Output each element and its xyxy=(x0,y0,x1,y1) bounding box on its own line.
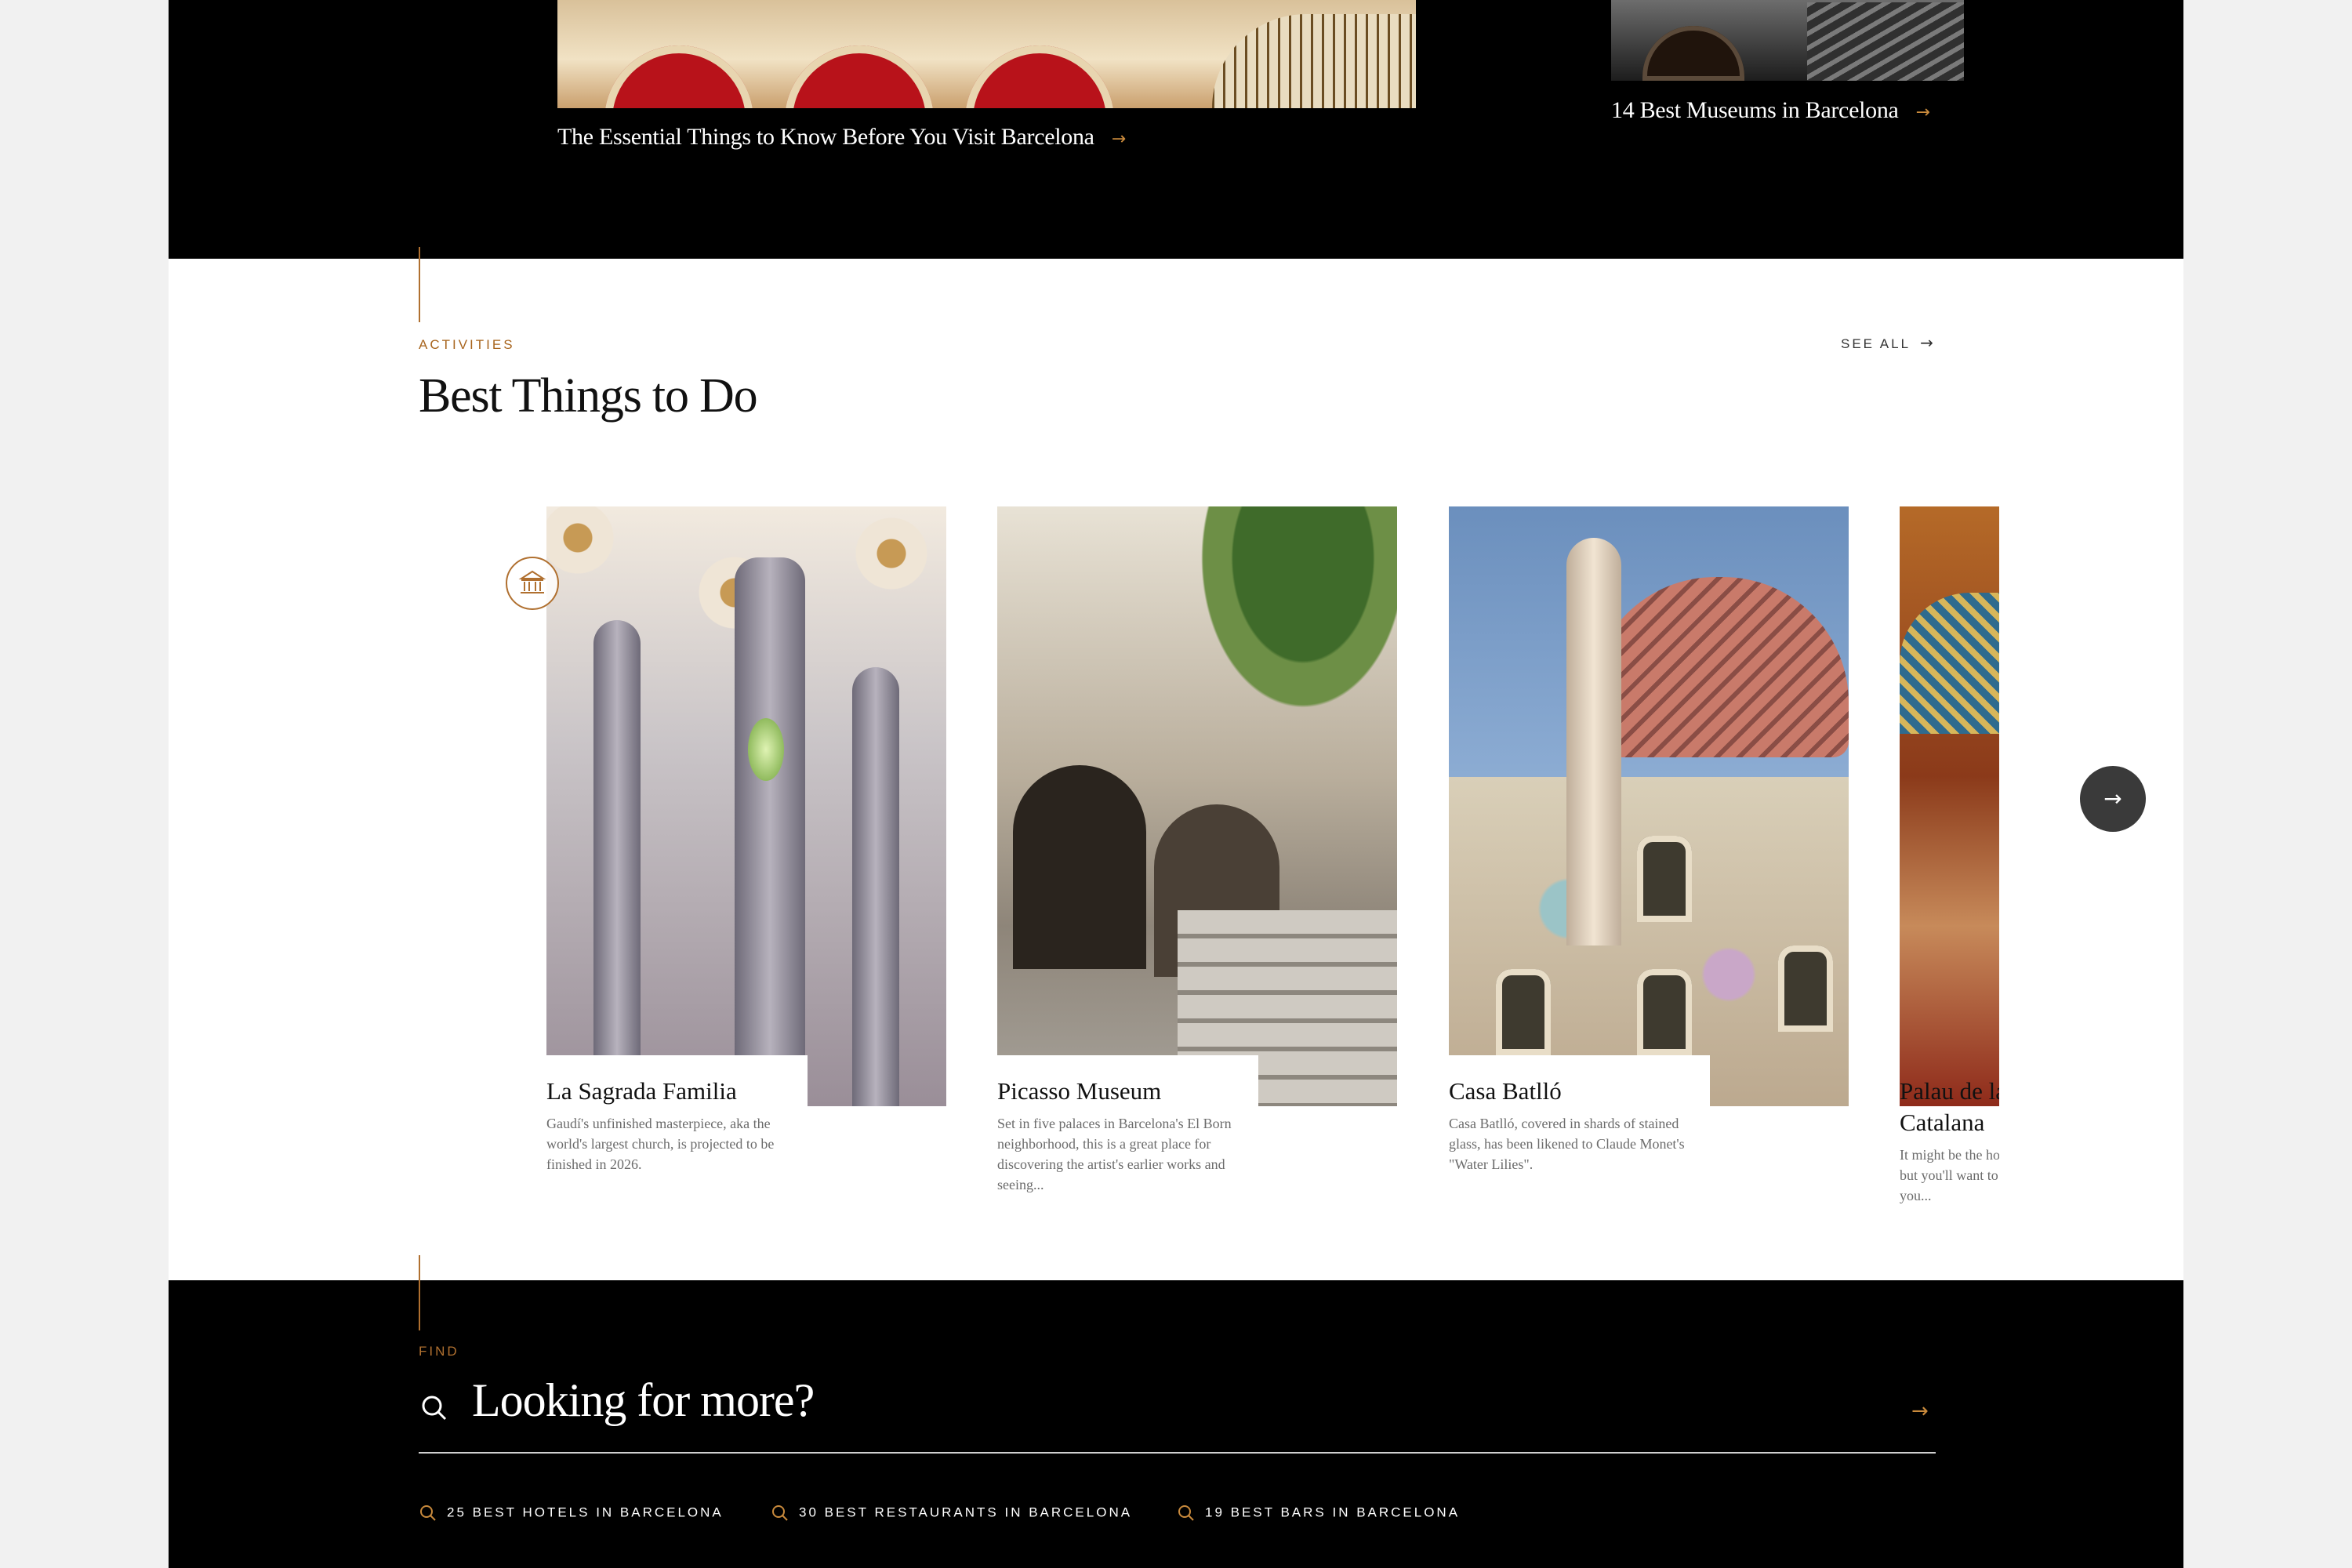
card-description: Casa Batlló, covered in shards of staine… xyxy=(1449,1116,1685,1172)
window-shape xyxy=(1496,969,1551,1055)
window-shape xyxy=(1637,969,1692,1055)
quick-link-label: 25 BEST HOTELS IN BARCELONA xyxy=(447,1504,724,1520)
activity-card[interactable]: Casa Batlló Casa Batlló, covered in shar… xyxy=(1449,506,1849,1172)
dome-shape xyxy=(1900,593,1999,734)
article-title: The Essential Things to Know Before You … xyxy=(557,124,1094,150)
search-underline xyxy=(419,1452,1936,1454)
palm-shape xyxy=(1162,506,1397,765)
activity-card[interactable]: Palau de la Música Catalana It might be … xyxy=(1900,506,1999,1203)
article-image-museums[interactable] xyxy=(1611,0,1964,81)
roof-shape xyxy=(1590,577,1849,757)
activity-card[interactable]: Picasso Museum Set in five palaces in Ba… xyxy=(997,506,1397,1192)
column-shape xyxy=(735,557,805,1106)
quick-link-hotels[interactable]: 25 BEST HOTELS IN BARCELONA xyxy=(419,1504,724,1523)
activity-card[interactable]: La Sagrada Familia Gaudí's unfinished ma… xyxy=(546,506,946,1172)
carousel-next-button[interactable]: → xyxy=(2080,766,2146,832)
article-link-museums[interactable]: 14 Best Museums in Barcelona → xyxy=(1611,97,1930,124)
arch-shape xyxy=(604,45,753,108)
archway-shape xyxy=(1013,765,1146,969)
quick-link-label: 19 BEST BARS IN BARCELONA xyxy=(1205,1504,1461,1520)
quick-link-bars[interactable]: 19 BEST BARS IN BARCELONA xyxy=(1177,1504,1460,1523)
card-description: Gaudí's unfinished masterpiece, aka the … xyxy=(546,1116,775,1172)
card-image xyxy=(1900,506,1999,1106)
window-shape xyxy=(1778,946,1833,1032)
card-title[interactable]: Picasso Museum xyxy=(997,1076,1389,1107)
accent-line xyxy=(419,1255,420,1330)
card-image xyxy=(546,506,946,1106)
fan-shape xyxy=(546,506,641,601)
arrow-right-icon: → xyxy=(1111,129,1126,149)
find-eyebrow: FIND xyxy=(419,1344,459,1359)
card-description: Set in five palaces in Barcelona's El Bo… xyxy=(997,1116,1232,1192)
tower-shape xyxy=(1566,538,1621,946)
arrow-right-icon: → xyxy=(1915,103,1930,122)
see-all-label: SEE ALL xyxy=(1841,336,1911,351)
gate-shape xyxy=(1212,14,1416,108)
section-title: Best Things to Do xyxy=(419,369,758,423)
door-shape xyxy=(1642,26,1744,81)
activities-carousel[interactable]: La Sagrada Familia Gaudí's unfinished ma… xyxy=(169,502,1999,1207)
search-input[interactable]: Looking for more? xyxy=(472,1374,815,1428)
column-shape xyxy=(852,667,899,1106)
museum-icon xyxy=(506,557,559,610)
quick-link-label: 30 BEST RESTAURANTS IN BARCELONA xyxy=(799,1504,1133,1520)
column-shape xyxy=(593,620,641,1106)
find-band xyxy=(169,1280,2183,1568)
fan-shape xyxy=(829,506,946,616)
activities-eyebrow: ACTIVITIES xyxy=(419,337,515,352)
search-submit-icon[interactable]: → xyxy=(1911,1399,1929,1423)
stairs-shape xyxy=(1807,2,1964,81)
quick-link-restaurants[interactable]: 30 BEST RESTAURANTS IN BARCELONA xyxy=(771,1504,1132,1523)
search-icon xyxy=(772,1505,788,1521)
card-title[interactable]: Palau de la Música Catalana xyxy=(1900,1076,1999,1138)
page: The Essential Things to Know Before You … xyxy=(169,0,2183,1568)
article-title: 14 Best Museums in Barcelona xyxy=(1611,97,1899,123)
search-icon xyxy=(1178,1505,1194,1521)
card-title[interactable]: Casa Batlló xyxy=(1449,1076,1841,1107)
search-icon xyxy=(422,1396,447,1421)
arrow-right-icon: → xyxy=(1920,333,1936,352)
card-title[interactable]: La Sagrada Familia xyxy=(546,1076,938,1107)
arch-shape xyxy=(965,45,1114,108)
card-image xyxy=(1449,506,1849,1106)
medallion-shape xyxy=(748,718,784,781)
card-image xyxy=(997,506,1397,1106)
window-shape xyxy=(1637,836,1692,922)
search-icon xyxy=(420,1505,436,1521)
article-image-essential[interactable] xyxy=(557,0,1416,108)
accent-line xyxy=(419,247,420,322)
arch-shape xyxy=(785,45,934,108)
article-link-essential[interactable]: The Essential Things to Know Before You … xyxy=(557,124,1126,151)
card-description: It might be the home of Catalan Music, b… xyxy=(1900,1147,1999,1203)
see-all-link[interactable]: SEE ALL → xyxy=(1841,333,1936,352)
arrow-right-icon: → xyxy=(2103,786,2122,811)
